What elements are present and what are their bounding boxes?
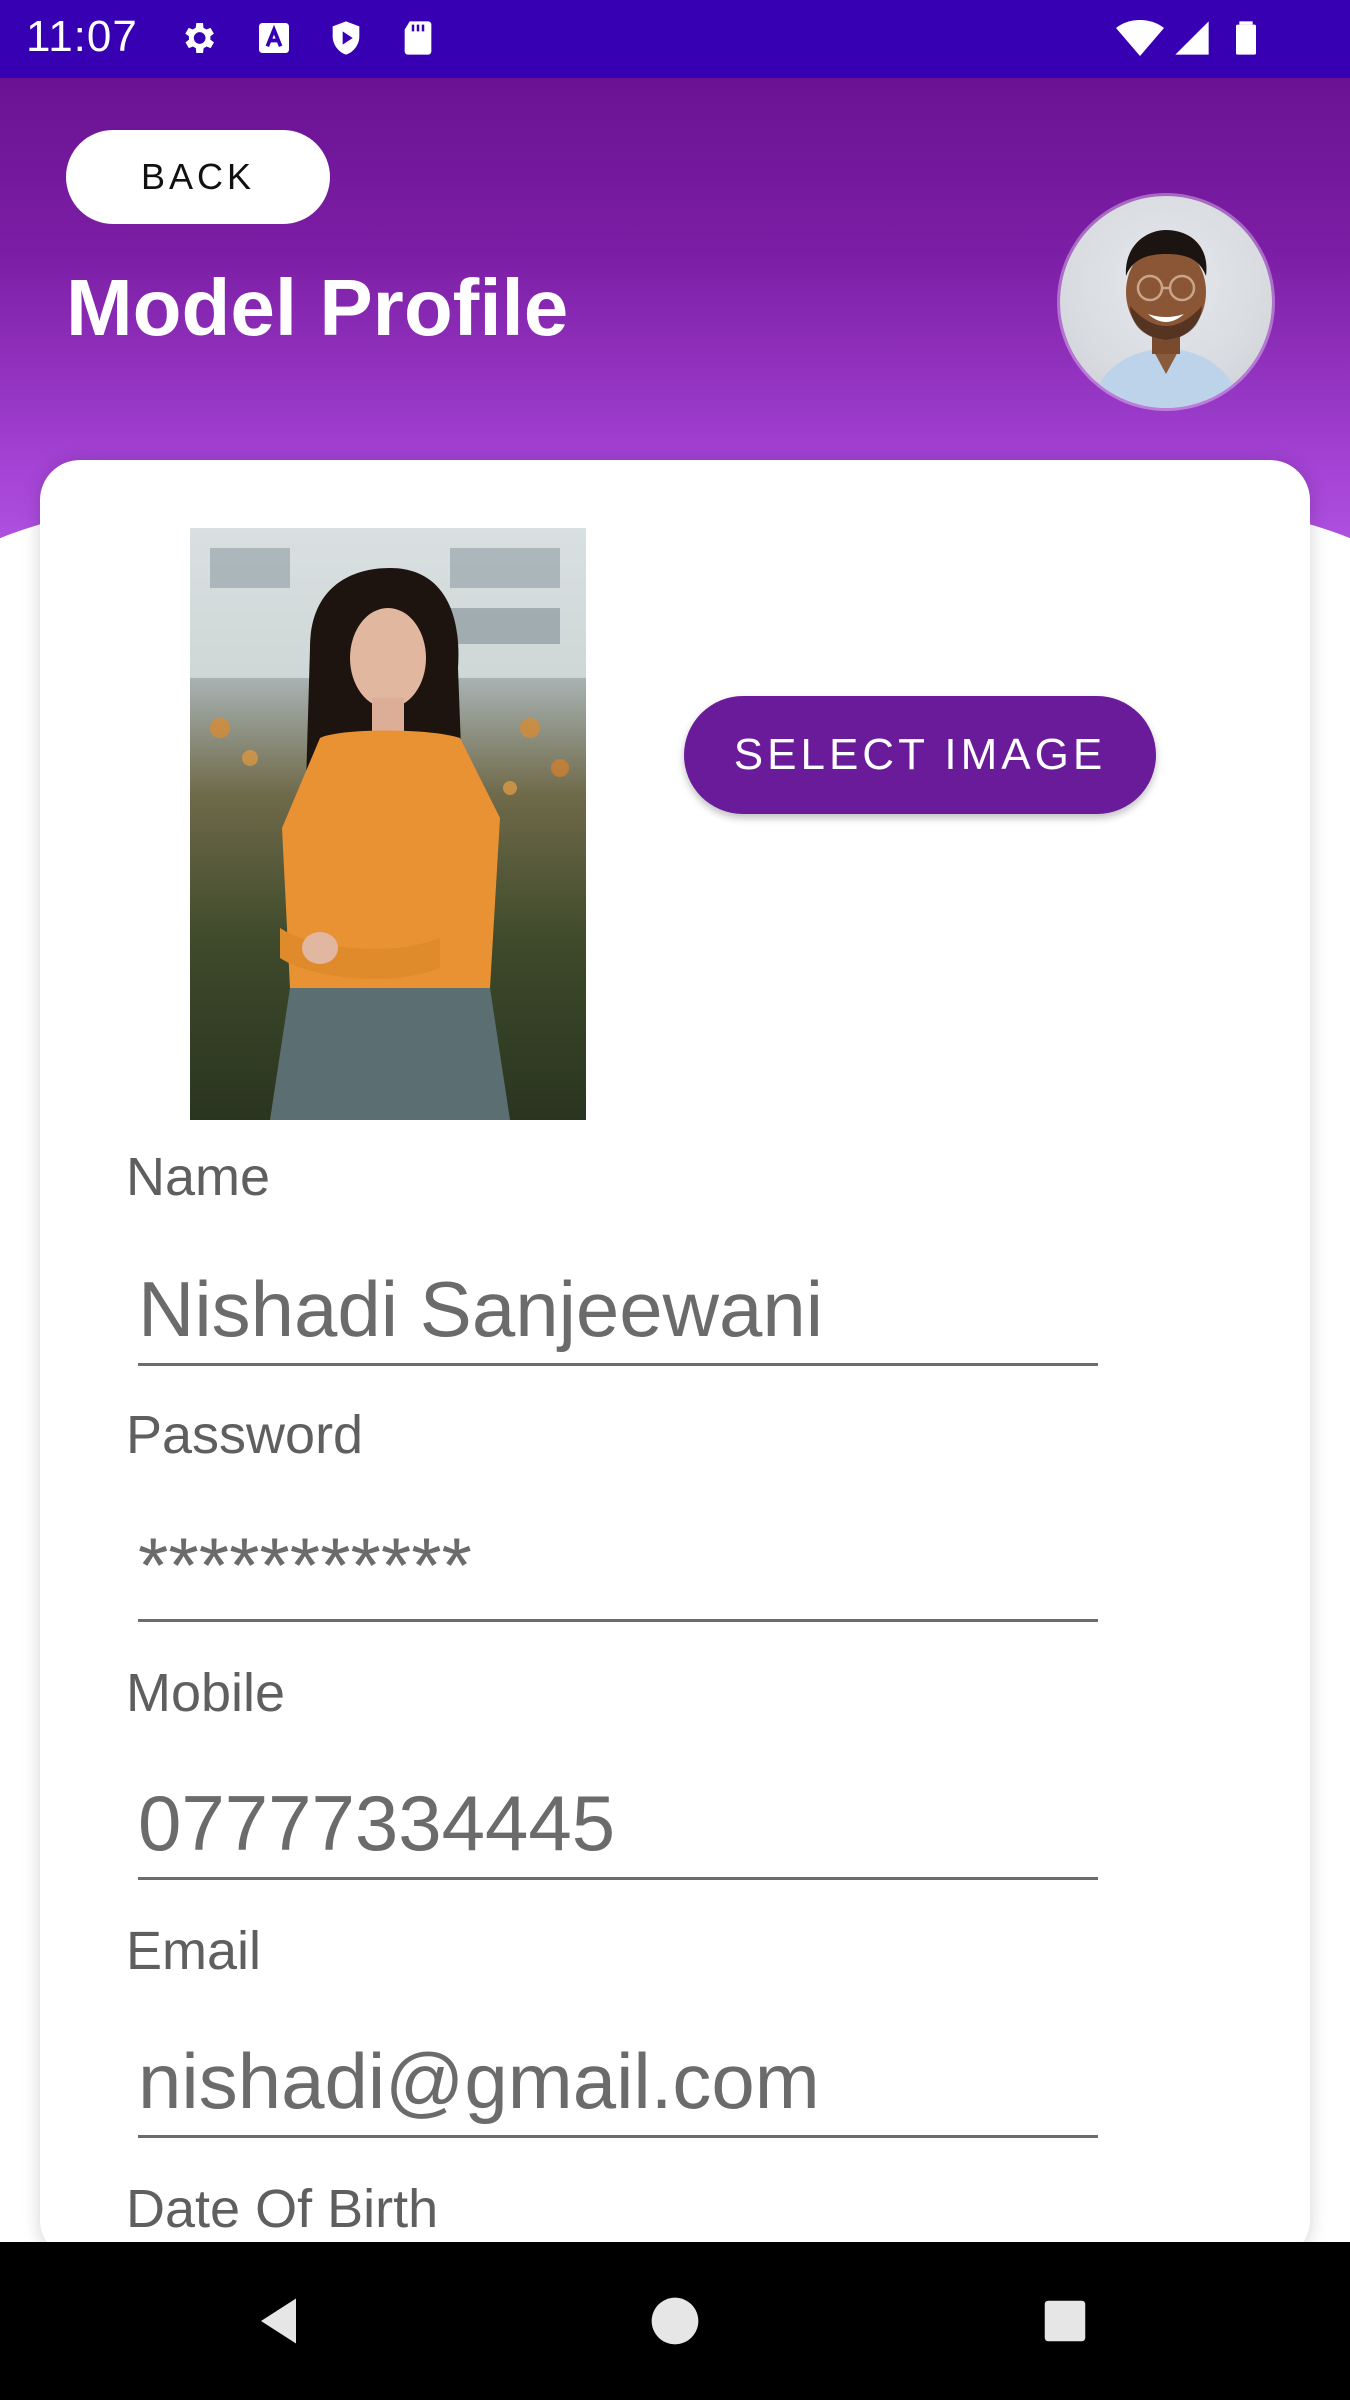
password-field[interactable] [138,1512,1098,1622]
status-time: 11:07 [26,12,138,61]
name-field[interactable] [138,1256,1098,1366]
mobile-label: Mobile [126,1663,286,1723]
battery-icon [1226,18,1266,58]
sd-card-icon [398,18,438,58]
date-of-birth-label: Date Of Birth [126,2179,439,2239]
play-shield-icon [326,18,366,58]
password-label: Password [126,1405,364,1465]
mobile-field[interactable] [138,1770,1098,1880]
email-label: Email [126,1921,262,1981]
select-image-button[interactable]: SELECT IMAGE [684,696,1156,814]
settings-icon [178,18,218,58]
wifi-icon [1116,18,1164,58]
recents-square-icon[interactable] [1030,2286,1100,2356]
status-bar: 11:07 [0,0,1350,78]
name-label: Name [126,1147,271,1207]
email-field[interactable] [138,2028,1098,2138]
cell-signal-icon [1172,18,1212,58]
home-circle-icon[interactable] [640,2286,710,2356]
navigation-bar [0,2242,1350,2400]
a-letter-icon [254,18,294,58]
page-title: Model Profile [66,263,569,352]
back-button[interactable]: BACK [66,130,330,224]
avatar[interactable] [1060,196,1272,408]
model-photo [190,528,586,1120]
back-triangle-icon[interactable] [246,2286,316,2356]
